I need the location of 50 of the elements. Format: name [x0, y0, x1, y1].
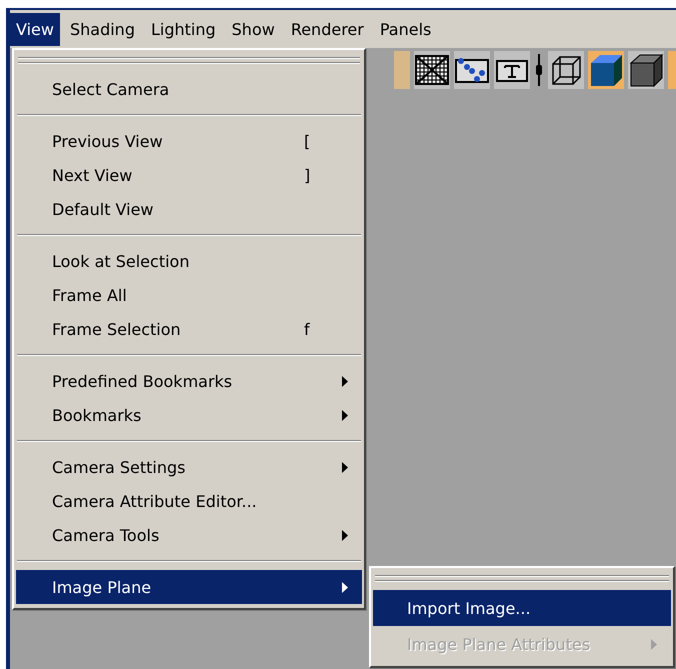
dark-cube-icon[interactable]: [628, 51, 664, 89]
menu-item-label: Next View: [52, 166, 134, 184]
menu-item-label: Import Image...: [407, 598, 532, 618]
menu-item-label: Image Plane: [52, 578, 152, 596]
menu-item-label: Default View: [52, 200, 155, 218]
menu-item[interactable]: Previous View [: [16, 124, 362, 158]
submenu-arrow-icon: [342, 530, 348, 540]
shaded-cube-icon[interactable]: [588, 51, 624, 89]
menu-item-label: Predefined Bookmarks: [52, 372, 234, 390]
text-icon[interactable]: [494, 51, 530, 89]
submenu-arrow-icon: [342, 462, 348, 472]
menu-item[interactable]: Import Image...: [373, 590, 671, 626]
menu-item[interactable]: Frame Selection f: [16, 312, 362, 346]
menu-item[interactable]: Camera Settings: [16, 450, 362, 484]
menu-item-label: Previous View: [52, 132, 164, 150]
submenu-arrow-icon: [342, 410, 348, 420]
shortcut-key: [: [304, 132, 324, 150]
menu-item[interactable]: Frame All: [16, 278, 362, 312]
menu-item-label: Frame All: [52, 286, 128, 304]
menu-item-label: Select Camera: [52, 80, 170, 98]
dots-icon[interactable]: [454, 51, 490, 89]
divider-handle-icon[interactable]: [534, 52, 544, 88]
submenu-arrow-icon: [342, 582, 348, 592]
menu-title[interactable]: Renderer: [284, 12, 370, 46]
wire-cube-icon[interactable]: [548, 51, 584, 89]
grid-icon[interactable]: [414, 51, 450, 89]
menu-item-label: Bookmarks: [52, 406, 142, 424]
menu-item-label: Look at Selection: [52, 252, 190, 270]
menu-item[interactable]: Select Camera: [16, 72, 362, 106]
submenu-arrow-icon: [651, 638, 657, 650]
menu-item[interactable]: Look at Selection: [16, 244, 362, 278]
submenu-arrow-icon: [342, 376, 348, 386]
menu-title[interactable]: Show: [226, 12, 281, 46]
menu-item[interactable]: Camera Attribute Editor...: [16, 484, 362, 518]
shortcut-key: ]: [304, 166, 324, 184]
menu-title[interactable]: Lighting: [144, 12, 222, 46]
menu-item[interactable]: Bookmarks: [16, 398, 362, 432]
menu-item-label: Camera Attribute Editor...: [52, 492, 258, 510]
menu-title[interactable]: View: [10, 12, 60, 46]
menu-item-label: Camera Tools: [52, 526, 160, 544]
menu-item[interactable]: Camera Tools: [16, 518, 362, 552]
shortcut-key: f: [304, 320, 324, 338]
menu-item-label: Frame Selection: [52, 320, 182, 338]
menu-item-label: Camera Settings: [52, 458, 186, 476]
menu-title[interactable]: Shading: [64, 12, 141, 46]
menu-item[interactable]: Default View: [16, 192, 362, 226]
menu-item[interactable]: Next View ]: [16, 158, 362, 192]
menu-title[interactable]: Panels: [374, 12, 438, 46]
menu-item[interactable]: Image Plane: [16, 570, 362, 604]
menu-item[interactable]: Predefined Bookmarks: [16, 364, 362, 398]
